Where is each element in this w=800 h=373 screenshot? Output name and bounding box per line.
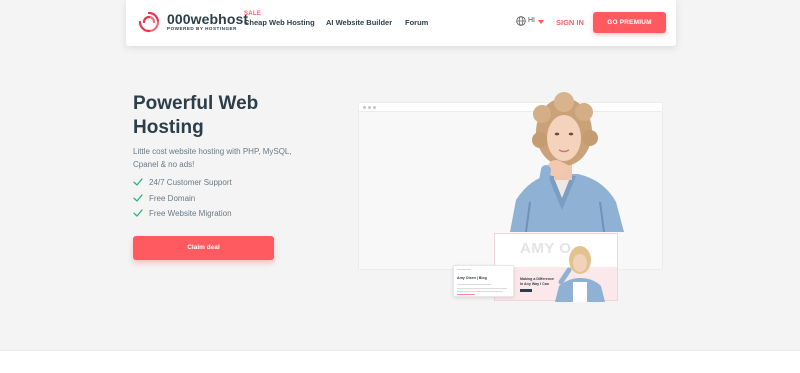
- mini-blog-title: Amy Olsen | Blog: [457, 276, 487, 280]
- go-premium-button[interactable]: GO PREMIUM: [593, 12, 666, 33]
- feature-text: 24/7 Customer Support: [149, 178, 232, 187]
- mini-line: [457, 291, 503, 292]
- logo-wordmark: 000webhost: [167, 11, 249, 27]
- check-icon: [133, 209, 143, 217]
- sign-in-link[interactable]: SIGN IN: [556, 18, 584, 27]
- feature-text: Free Website Migration: [149, 209, 232, 218]
- globe-icon: [516, 16, 526, 26]
- nav-ai-website-builder[interactable]: AI Website Builder: [326, 18, 392, 27]
- feature-item: Free Domain: [133, 193, 293, 209]
- feature-list: 24/7 Customer Support Free Domain Free W…: [133, 177, 293, 224]
- nav-forum[interactable]: Forum: [405, 18, 428, 27]
- mini-line: [457, 288, 507, 289]
- check-icon: [133, 193, 143, 202]
- nav-cheap-web-hosting[interactable]: Cheap Web Hosting: [244, 18, 315, 27]
- feature-text: Free Domain: [149, 193, 196, 203]
- sale-badge: SALE: [244, 11, 262, 17]
- claim-deal-button[interactable]: Claim deal: [133, 236, 274, 260]
- caret-down-icon: [538, 20, 544, 24]
- blog-woman-photo: [555, 246, 605, 302]
- window-dot-icon: [368, 106, 371, 109]
- window-dot-icon: [363, 106, 366, 109]
- blog-headline: Making a Difference In Any Way I Can: [520, 277, 554, 286]
- mini-line: [457, 284, 491, 285]
- language-selector[interactable]: HI: [516, 16, 546, 28]
- hero-title: Powerful Web Hosting: [133, 93, 259, 138]
- logo[interactable]: 000webhost POWERED BY HOSTINGER: [137, 10, 257, 34]
- window-dot-icon: [373, 106, 376, 109]
- blog-cta-bar: [520, 289, 532, 292]
- language-code: HI: [528, 17, 535, 24]
- mini-blog-card: Amy Olsen | Blog: [453, 265, 514, 297]
- logo-tagline: POWERED BY HOSTINGER: [167, 26, 237, 31]
- hero-description: Little cost website hosting with PHP, My…: [133, 147, 292, 169]
- next-section: [0, 350, 800, 373]
- feature-item: Free Website Migration: [133, 208, 293, 224]
- mini-line: [457, 294, 475, 295]
- check-icon: [133, 178, 143, 186]
- logo-swirl-icon: [138, 11, 160, 33]
- top-navigation-bar: 000webhost POWERED BY HOSTINGER SALE Che…: [126, 0, 676, 46]
- hero-woman-photo: [510, 92, 624, 232]
- feature-item: 24/7 Customer Support: [133, 177, 293, 193]
- mini-line: [457, 269, 471, 270]
